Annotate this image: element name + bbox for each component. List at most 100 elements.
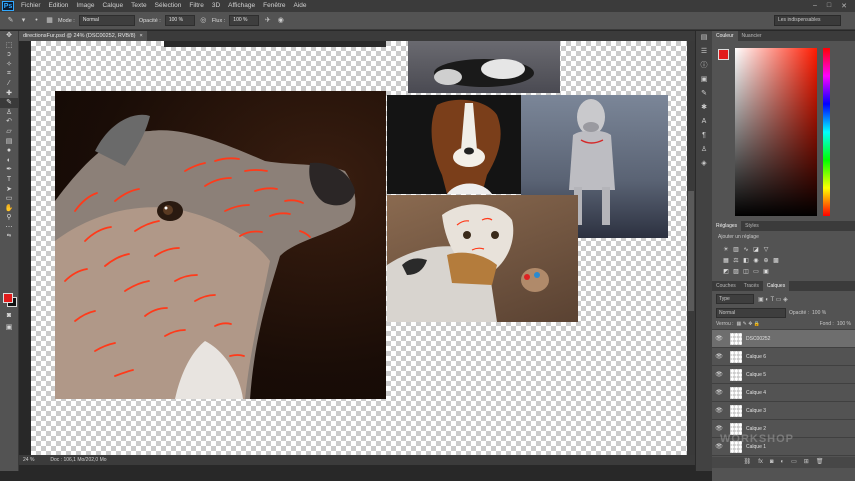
dodge-tool-icon[interactable]: ◐ (0, 156, 18, 166)
brush-presets-icon[interactable]: ✱ (696, 101, 712, 115)
workspace-select[interactable]: Les indispensables (774, 15, 841, 26)
menu-texte[interactable]: Texte (127, 0, 151, 12)
pen-tool-icon[interactable]: ✒ (0, 165, 18, 175)
layer-name[interactable]: Calque 5 (746, 372, 766, 378)
selective-color-icon[interactable]: ▣ (762, 268, 770, 276)
trash-icon[interactable]: 🗑 (816, 457, 824, 468)
zoom-level[interactable]: 24 % (19, 455, 49, 465)
visibility-eye-icon[interactable]: 👁 (712, 353, 726, 360)
type-tool-icon[interactable]: T (0, 175, 18, 185)
history-brush-tool-icon[interactable]: ↶ (0, 117, 18, 127)
gradient-tool-icon[interactable]: ▤ (0, 137, 18, 147)
tab-reglages[interactable]: Réglages (712, 221, 742, 231)
menu-calque[interactable]: Calque (98, 0, 127, 12)
document-info[interactable]: Doc : 106,1 Mo/202,0 Mo (50, 457, 106, 463)
visibility-eye-icon[interactable]: 👁 (712, 389, 726, 396)
minimize-button[interactable]: – (813, 2, 817, 10)
tab-traces[interactable]: Tracés (740, 281, 763, 291)
properties-panel-icon[interactable]: ☰ (696, 45, 712, 59)
menu-aide[interactable]: Aide (290, 0, 311, 12)
brush-panel-icon-dock[interactable]: ✎ (696, 87, 712, 101)
color-field[interactable] (735, 48, 817, 216)
visibility-eye-icon[interactable]: 👁 (712, 335, 726, 342)
maximize-button[interactable]: □ (827, 2, 831, 10)
color-balance-icon[interactable]: ⚖ (732, 257, 740, 265)
color-panel-fg-swatch[interactable] (718, 49, 729, 60)
layer-name[interactable]: Calque 3 (746, 408, 766, 414)
menu-fichier[interactable]: Fichier (17, 0, 45, 12)
color-lookup-icon[interactable]: ▩ (772, 257, 780, 265)
opacity-field[interactable]: 100 % (164, 15, 195, 26)
filter-icons[interactable]: ▣ ◐ T ▭ ◈ (758, 296, 788, 303)
brush-tool-icon[interactable]: ✎ (6, 16, 15, 25)
brush-panel-icon[interactable]: ▦ (45, 16, 54, 25)
layer-row[interactable]: 👁 DSC00252 (712, 330, 855, 348)
shape-tool-icon[interactable]: ▭ (0, 194, 18, 204)
menu-filtre[interactable]: Filtre (185, 0, 207, 12)
hand-tool-icon[interactable]: ✋ (0, 204, 18, 214)
document-tab[interactable]: directionsFur.psd @ 24% (DSC00252, RVB/8… (19, 31, 147, 41)
menu-fenetre[interactable]: Fenêtre (259, 0, 289, 12)
quick-mask-icon[interactable]: ◙ (0, 311, 18, 321)
tab-styles[interactable]: Styles (741, 221, 763, 231)
gradient-map-icon[interactable]: ▭ (752, 268, 760, 276)
airbrush-icon[interactable]: ✈ (263, 16, 272, 25)
layer-row[interactable]: 👁 Calque 4 (712, 384, 855, 402)
vibrance-icon[interactable]: ▽ (762, 246, 770, 254)
photo-filter-icon[interactable]: ◉ (752, 257, 760, 265)
layer-name[interactable]: Calque 4 (746, 390, 766, 396)
folder-icon[interactable]: ▭ (791, 457, 797, 468)
hue-slider[interactable] (823, 48, 830, 216)
crop-tool-icon[interactable]: ⌗ (0, 69, 18, 79)
fx-icon[interactable]: fx (758, 457, 763, 468)
mask-icon[interactable]: ◙ (770, 457, 774, 468)
bw-icon[interactable]: ◧ (742, 257, 750, 265)
stamp-tool-icon[interactable]: ♙ (0, 108, 18, 118)
tab-calques[interactable]: Calques (762, 281, 790, 291)
tab-couleur[interactable]: Couleur (712, 31, 738, 41)
close-tab-button[interactable]: × (139, 31, 142, 41)
invert-icon[interactable]: ◩ (722, 268, 730, 276)
pressure-size-icon[interactable]: ◉ (276, 16, 285, 25)
exposure-icon[interactable]: ◪ (752, 246, 760, 254)
lock-icons[interactable]: ▦ ✎ ✥ 🔒 (737, 321, 761, 327)
layer-name[interactable]: Calque 6 (746, 354, 766, 360)
menu-3d[interactable]: 3D (208, 0, 224, 12)
visibility-eye-icon[interactable]: 👁 (712, 371, 726, 378)
healing-tool-icon[interactable]: ✚ (0, 89, 18, 99)
3d-panel-icon[interactable]: ◈ (696, 157, 712, 171)
marquee-tool-icon[interactable]: ⬚ (0, 41, 18, 51)
canvas-area[interactable] (19, 41, 687, 455)
link-icon[interactable]: ⛓ (744, 457, 752, 468)
layer-name[interactable]: DSC00252 (746, 336, 770, 342)
clone-source-icon[interactable]: ♙ (696, 143, 712, 157)
layer-row[interactable]: 👁 Calque 6 (712, 348, 855, 366)
info-panel-icon[interactable]: ⓘ (696, 59, 712, 73)
vertical-scrollbar[interactable] (687, 41, 695, 455)
path-select-tool-icon[interactable]: ➤ (0, 185, 18, 195)
eyedropper-tool-icon[interactable]: ⁄ (0, 79, 18, 89)
levels-icon[interactable]: ▥ (732, 246, 740, 254)
menu-affichage[interactable]: Affichage (224, 0, 259, 12)
layer-row[interactable]: 👁 Calque 5 (712, 366, 855, 384)
visibility-eye-icon[interactable]: 👁 (712, 425, 726, 432)
more-tools-icon[interactable]: ⋯ (0, 223, 18, 233)
pressure-opacity-icon[interactable]: ◎ (199, 16, 208, 25)
tab-couches[interactable]: Couches (712, 281, 740, 291)
layer-row[interactable]: 👁 Calque 3 (712, 402, 855, 420)
visibility-eye-icon[interactable]: 👁 (712, 407, 726, 414)
flow-field[interactable]: 100 % (229, 15, 260, 26)
foreground-color-swatch[interactable] (3, 293, 13, 303)
layer-name[interactable]: Calque 2 (746, 426, 766, 432)
paragraph-panel-icon[interactable]: ¶ (696, 129, 712, 143)
zoom-tool-icon[interactable]: ⚲ (0, 213, 18, 223)
layer-opacity-value[interactable]: 100 % (812, 310, 826, 316)
channel-mixer-icon[interactable]: ⊕ (762, 257, 770, 265)
curves-icon[interactable]: ∿ (742, 246, 750, 254)
adjust-icon[interactable]: ◐ (780, 457, 784, 468)
character-panel-icon[interactable]: A (696, 115, 712, 129)
layer-comps-icon[interactable]: ▣ (696, 73, 712, 87)
menu-image[interactable]: Image (72, 0, 98, 12)
history-panel-icon[interactable]: ▤ (696, 31, 712, 45)
brush-tool-icon-active[interactable]: ✎ (0, 98, 18, 108)
